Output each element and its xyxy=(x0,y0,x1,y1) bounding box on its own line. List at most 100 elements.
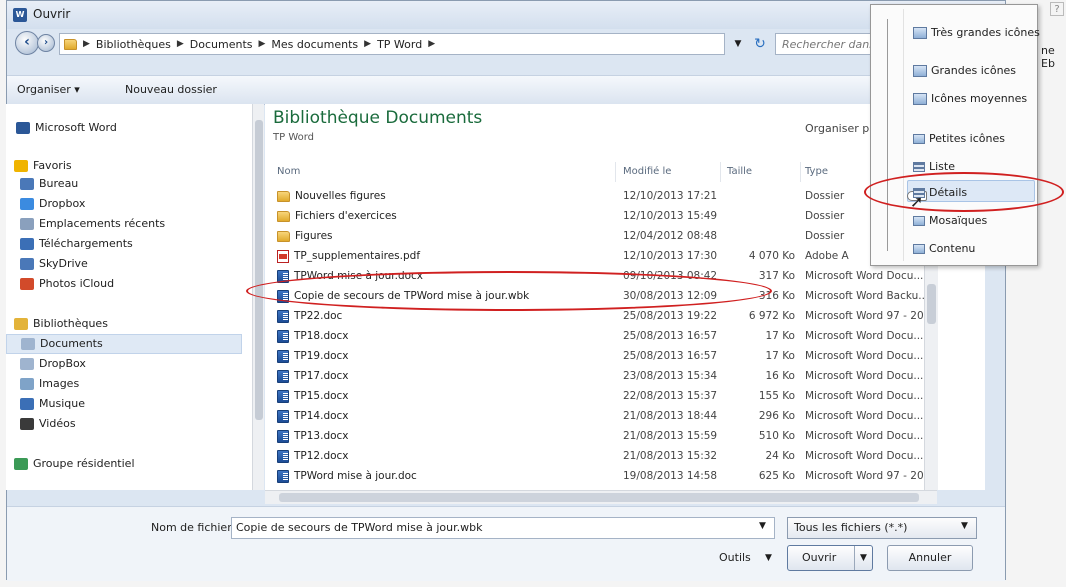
file-row[interactable]: TP17.docx 23/08/2013 15:34 16 Ko Microsoft … xyxy=(265,366,965,386)
search-input[interactable]: Rechercher dans xyxy=(775,33,885,55)
nav-item-groupe-r-sidentiel[interactable]: Groupe résidentiel xyxy=(6,454,135,474)
back-button[interactable]: ‹ xyxy=(15,31,39,55)
filename-label: Nom de fichier : xyxy=(151,521,239,534)
file-type: Microsoft Word Backu... xyxy=(805,290,929,302)
file-name: TP_supplementaires.pdf xyxy=(294,250,421,262)
breadcrumb-bibliotheques[interactable]: Bibliothèques xyxy=(96,38,171,51)
view-menu-items: Très grandes icônes Grandes icônes Icônes … xyxy=(871,5,1040,267)
view-menu-item[interactable]: Petites icônes xyxy=(913,129,1005,149)
filename-dropdown-icon[interactable]: ▼ xyxy=(759,521,766,531)
nav-item-dropbox[interactable]: Dropbox xyxy=(6,194,85,214)
file-row[interactable]: Figures 12/04/2012 08:48 Dossier xyxy=(265,226,965,246)
file-modified-date: 22/08/2013 15:37 xyxy=(623,390,718,402)
column-divider[interactable] xyxy=(615,162,616,182)
file-modified-date: 25/08/2013 16:57 xyxy=(623,350,718,362)
column-header-modified[interactable]: Modifié le xyxy=(623,166,671,177)
file-name-cell: Nouvelles figures xyxy=(277,186,386,206)
help-icon[interactable]: ? xyxy=(1050,2,1064,16)
star-icon xyxy=(14,160,28,172)
new-folder-button[interactable]: Nouveau dossier xyxy=(125,83,217,96)
arrange-by-dropdown[interactable]: Organiser pa xyxy=(805,122,876,135)
file-modified-date: 23/08/2013 15:34 xyxy=(623,370,718,382)
column-header-name[interactable]: Nom xyxy=(277,166,300,177)
forward-button[interactable]: › xyxy=(37,34,55,52)
dropbox-folder-icon xyxy=(20,358,34,370)
navigation-pane: Microsoft Word Favoris Bureau Dropbox Emplac… xyxy=(6,104,256,490)
download-icon xyxy=(20,238,34,250)
column-divider[interactable] xyxy=(720,162,721,182)
file-name: Fichiers d'exercices xyxy=(295,210,397,222)
file-modified-date: 12/10/2013 17:21 xyxy=(623,190,718,202)
breadcrumb-mes-documents[interactable]: Mes documents xyxy=(271,38,358,51)
file-row[interactable]: Fichiers d'exercices 12/10/2013 15:49 Doss… xyxy=(265,206,965,226)
view-menu-item[interactable]: Contenu xyxy=(913,239,975,259)
nav-item-photos-icloud[interactable]: Photos iCloud xyxy=(6,274,114,294)
nav-item-bureau[interactable]: Bureau xyxy=(6,174,78,194)
file-type: Dossier xyxy=(805,210,845,222)
nav-item-favoris[interactable]: Favoris xyxy=(6,156,72,176)
file-type: Microsoft Word Docu... xyxy=(805,450,924,462)
tools-button[interactable]: Outils xyxy=(719,551,751,564)
open-button[interactable]: Ouvrir ▼ xyxy=(787,545,873,571)
file-name-cell: TP18.docx xyxy=(277,326,349,346)
folder-icon xyxy=(277,190,290,202)
mouse-cursor-icon: ➚ xyxy=(910,192,924,211)
column-header-type[interactable]: Type xyxy=(805,166,828,177)
filename-input[interactable]: Copie de secours de TPWord mise à jour.w… xyxy=(231,517,775,539)
video-icon xyxy=(20,418,34,430)
file-row[interactable]: TP12.docx 21/08/2013 15:32 24 Ko Microsoft … xyxy=(265,446,965,466)
view-menu-item[interactable]: Mosaïques xyxy=(913,211,987,231)
file-row[interactable]: TP19.docx 25/08/2013 16:57 17 Ko Microsoft … xyxy=(265,346,965,366)
file-row[interactable]: TP18.docx 25/08/2013 16:57 17 Ko Microsoft … xyxy=(265,326,965,346)
open-split-arrow-icon[interactable]: ▼ xyxy=(854,546,872,570)
nav-item-label: Vidéos xyxy=(39,417,76,430)
cancel-button[interactable]: Annuler xyxy=(887,545,973,571)
large-icons-icon xyxy=(913,65,927,77)
nav-item-skydrive[interactable]: SkyDrive xyxy=(6,254,88,274)
file-row[interactable]: TP_supplementaires.pdf 12/10/2013 17:30 4 … xyxy=(265,246,965,266)
file-name: TP14.docx xyxy=(294,410,349,422)
file-list-scroll-thumb[interactable] xyxy=(927,284,936,324)
nav-item-dropbox[interactable]: DropBox xyxy=(6,354,86,374)
view-menu-item[interactable]: Très grandes icônes xyxy=(913,23,1040,43)
word-app-icon: W xyxy=(13,8,27,22)
nav-scroll-thumb[interactable] xyxy=(255,120,263,420)
view-menu-item-label: Contenu xyxy=(929,242,976,255)
nav-item-label: Groupe résidentiel xyxy=(33,457,135,470)
view-menu-item[interactable]: Icônes moyennes xyxy=(913,89,1027,109)
nav-item-label: Favoris xyxy=(33,159,72,172)
column-divider[interactable] xyxy=(800,162,801,182)
nav-item-t-l-chargements[interactable]: Téléchargements xyxy=(6,234,133,254)
breadcrumb-documents[interactable]: Documents xyxy=(190,38,253,51)
nav-item-documents[interactable]: Documents xyxy=(6,334,242,354)
file-type-select[interactable]: Tous les fichiers (*.*) xyxy=(787,517,977,539)
horizontal-scroll-thumb[interactable] xyxy=(279,493,919,502)
file-name: TP17.docx xyxy=(294,370,349,382)
file-modified-date: 21/08/2013 15:59 xyxy=(623,430,718,442)
column-header-size[interactable]: Taille xyxy=(727,166,752,177)
organiser-button[interactable]: Organiser ▾ xyxy=(17,83,80,96)
chevron-down-icon[interactable]: ▼ xyxy=(961,521,968,531)
nav-item-emplacements-r-cents[interactable]: Emplacements récents xyxy=(6,214,165,234)
file-row[interactable]: TPWord mise à jour.doc 19/08/2013 14:58 62… xyxy=(265,466,965,486)
nav-item-images[interactable]: Images xyxy=(6,374,79,394)
nav-item-vid-os[interactable]: Vidéos xyxy=(6,414,76,434)
dropbox-icon xyxy=(20,198,34,210)
nav-item-microsoft-word[interactable]: Microsoft Word xyxy=(6,118,117,138)
view-menu-item[interactable]: Grandes icônes xyxy=(913,61,1016,81)
file-name: Nouvelles figures xyxy=(295,190,386,202)
chevron-down-icon[interactable]: ▼ xyxy=(765,553,772,563)
chevron-right-icon: ▶ xyxy=(364,39,372,49)
nav-item-biblioth-ques[interactable]: Bibliothèques xyxy=(6,314,108,334)
address-dropdown-icon[interactable]: ▼ xyxy=(729,33,747,55)
chevron-right-icon[interactable]: ▶ xyxy=(428,39,435,49)
file-row[interactable]: TP14.docx 21/08/2013 18:44 296 Ko Microsoft… xyxy=(265,406,965,426)
horizontal-scrollbar[interactable] xyxy=(265,490,937,504)
nav-item-musique[interactable]: Musique xyxy=(6,394,85,414)
address-bar[interactable]: ▶ Bibliothèques ▶ Documents ▶ Mes docume… xyxy=(59,33,725,55)
file-row[interactable]: Nouvelles figures 12/10/2013 17:21 Dossier xyxy=(265,186,965,206)
file-row[interactable]: TP13.docx 21/08/2013 15:59 510 Ko Microsoft… xyxy=(265,426,965,446)
breadcrumb-tp-word[interactable]: TP Word xyxy=(377,38,422,51)
refresh-icon[interactable]: ↻ xyxy=(749,33,771,55)
file-row[interactable]: TP15.docx 22/08/2013 15:37 155 Ko Microsoft… xyxy=(265,386,965,406)
